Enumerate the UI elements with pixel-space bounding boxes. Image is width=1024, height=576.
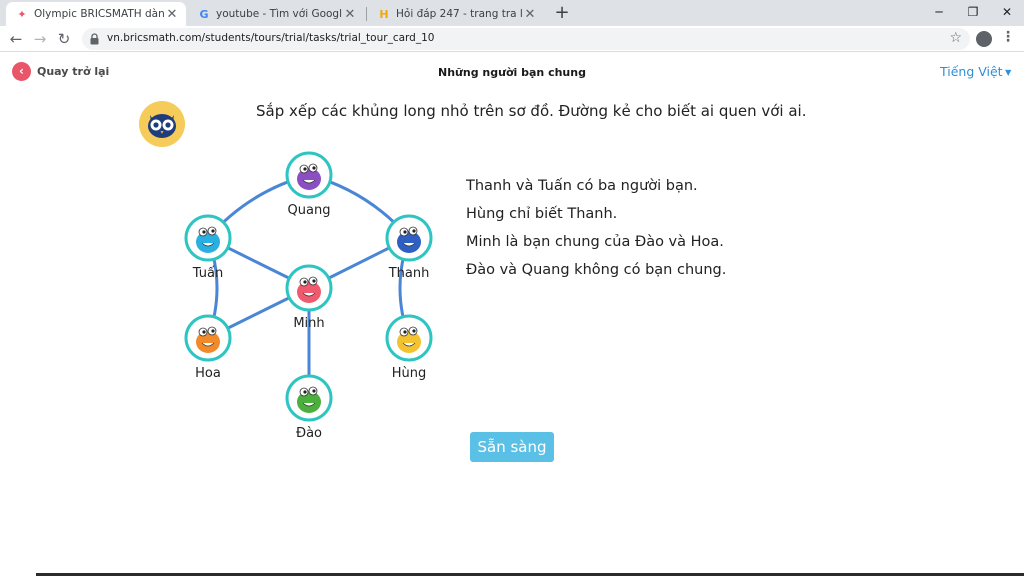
- hoidap-favicon-icon: H: [379, 7, 389, 21]
- dinosaur-pupil-icon: [312, 279, 316, 283]
- tab-title: Hỏi đáp 247 - trang tra loi: [396, 8, 522, 20]
- dinosaur-pupil-icon: [303, 167, 307, 171]
- tab-close-icon[interactable]: ✕: [342, 7, 358, 22]
- node-label: Minh: [293, 316, 324, 331]
- reload-icon[interactable]: ↻: [54, 29, 74, 49]
- dinosaur-pupil-icon: [202, 330, 206, 334]
- dinosaur-node[interactable]: Hoa: [184, 314, 232, 381]
- dinosaur-pupil-icon: [412, 329, 416, 333]
- node-label: Quang: [288, 203, 331, 218]
- bricsmath-favicon-icon: ✦: [17, 7, 27, 21]
- friendship-graph: Quang Tuấn Thanh Minh Hoa Hùng Đào: [184, 151, 433, 441]
- node-label: Hoa: [195, 366, 221, 381]
- node-label: Tuấn: [192, 266, 223, 281]
- dinosaur-pupil-icon: [211, 229, 215, 233]
- google-favicon-icon: G: [199, 7, 209, 21]
- bookmark-star-icon[interactable]: ☆: [949, 30, 962, 46]
- page-title: Những người bạn chung: [438, 66, 586, 79]
- instruction-text: Sắp xếp các khủng long nhỏ trên sơ đồ. Đ…: [256, 102, 807, 120]
- dinosaur-node[interactable]: Quang: [285, 151, 333, 218]
- new-tab-plus-icon[interactable]: +: [552, 3, 572, 23]
- account-avatar-icon[interactable]: [976, 31, 992, 47]
- browser-tab-0[interactable]: ✦ Olympic BRICSMATH dành cho h ✕: [6, 2, 186, 26]
- tab-divider: [366, 7, 367, 21]
- dinosaur-pupil-icon: [303, 280, 307, 284]
- dinosaur-pupil-icon: [403, 230, 407, 234]
- dinosaur-pupil-icon: [403, 330, 407, 334]
- dinosaur-node[interactable]: Hùng: [385, 314, 433, 381]
- dinosaur-node[interactable]: Tuấn: [184, 214, 232, 281]
- dinosaur-node[interactable]: Đào: [285, 374, 333, 441]
- language-label: Tiếng Việt: [940, 64, 1003, 79]
- dinosaur-pupil-icon: [312, 389, 316, 393]
- node-label: Đào: [296, 426, 322, 441]
- language-selector[interactable]: Tiếng Việt ▼: [940, 64, 1011, 79]
- tab-title: Olympic BRICSMATH dành cho h: [34, 8, 164, 20]
- clue-text: Minh là bạn chung của Đào và Hoa.: [466, 234, 724, 250]
- dinosaur-pupil-icon: [412, 229, 416, 233]
- clue-text: Đào và Quang không có bạn chung.: [466, 262, 727, 278]
- ready-button[interactable]: Sẵn sàng: [470, 432, 554, 462]
- back-arrow-icon[interactable]: ←: [6, 29, 26, 49]
- url-text: vn.bricsmath.com/students/tours/trial/ta…: [107, 32, 435, 44]
- address-bar[interactable]: vn.bricsmath.com/students/tours/trial/ta…: [82, 28, 970, 50]
- browser-toolbar: ← → ↻ vn.bricsmath.com/students/tours/tr…: [0, 26, 1024, 52]
- browser-tab-1[interactable]: G youtube - Tìm với Google ✕: [188, 2, 364, 26]
- restore-icon[interactable]: ❐: [956, 2, 990, 22]
- browser-tab-2[interactable]: H Hỏi đáp 247 - trang tra loi ✕: [368, 2, 544, 26]
- clue-text: Hùng chỉ biết Thanh.: [466, 206, 618, 222]
- minimize-icon[interactable]: ─: [922, 2, 956, 22]
- tab-close-icon[interactable]: ✕: [522, 7, 538, 22]
- tab-close-icon[interactable]: ✕: [164, 7, 180, 22]
- close-window-icon[interactable]: ✕: [990, 2, 1024, 22]
- forward-arrow-icon[interactable]: →: [30, 29, 50, 49]
- browser-tab-strip: ✦ Olympic BRICSMATH dành cho h ✕ G youtu…: [0, 0, 1024, 26]
- tab-title: youtube - Tìm với Google: [216, 8, 342, 20]
- dinosaur-node[interactable]: Minh: [285, 264, 333, 331]
- dinosaur-node[interactable]: Thanh: [385, 214, 433, 281]
- clue-text: Thanh và Tuấn có ba người bạn.: [466, 178, 698, 194]
- node-label: Thanh: [388, 266, 430, 281]
- lock-icon: [90, 33, 99, 45]
- browser-menu-icon[interactable]: ⋮: [1000, 29, 1016, 49]
- caret-down-icon: ▼: [1002, 68, 1012, 77]
- node-label: Hùng: [392, 366, 427, 381]
- dinosaur-pupil-icon: [211, 329, 215, 333]
- dinosaur-pupil-icon: [202, 230, 206, 234]
- dinosaur-pupil-icon: [303, 390, 307, 394]
- dinosaur-pupil-icon: [312, 166, 316, 170]
